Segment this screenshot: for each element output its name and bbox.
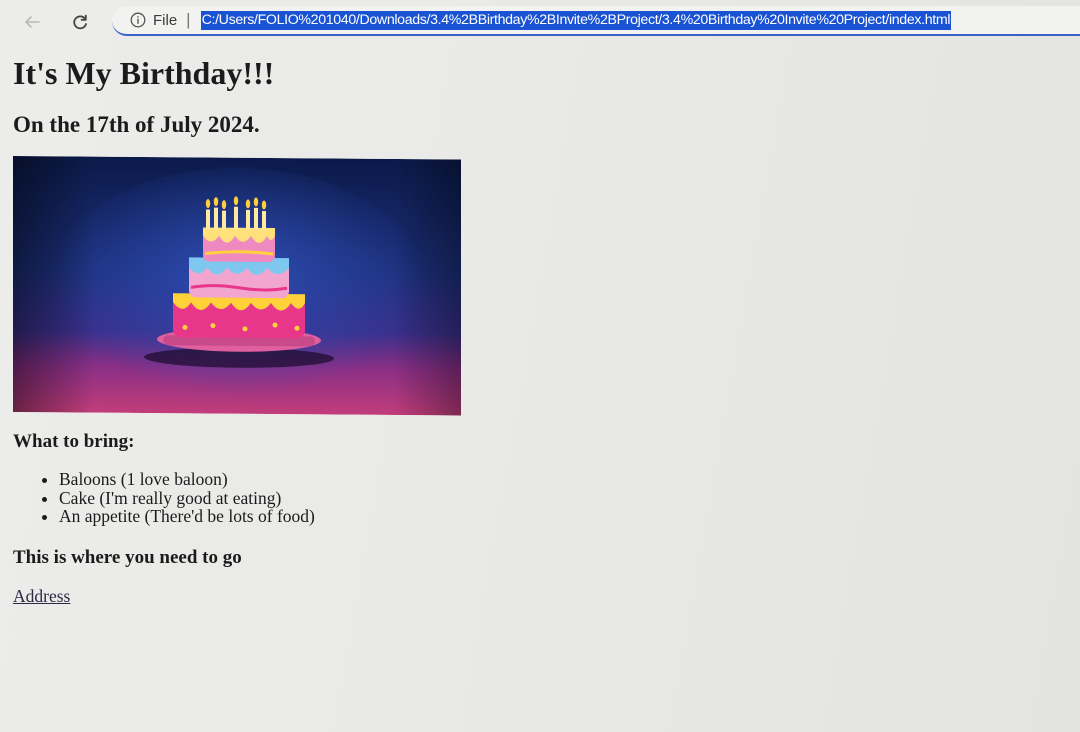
page-title: It's My Birthday!!! <box>13 55 275 91</box>
back-arrow-icon <box>25 16 40 28</box>
reload-button[interactable] <box>66 8 94 36</box>
browser-toolbar: File | C:/Users/FOLIO%201040/Downloads/3… <box>0 0 1080 44</box>
bring-heading: What to bring: <box>13 431 135 452</box>
list-item: Baloons (1 love baloon) <box>59 470 1073 489</box>
address-separator: | <box>186 10 191 29</box>
list-item: Cake (I'm really good at eating) <box>59 488 1073 508</box>
url-text[interactable]: C:/Users/FOLIO%201040/Downloads/3.4%2BBi… <box>200 10 952 30</box>
list-item: An appetite (There'd be lots of food) <box>59 507 1073 526</box>
bring-list: Baloons (1 love baloon) Cake (I'm really… <box>13 470 1073 526</box>
event-date: On the 17th of July 2024. <box>13 112 260 137</box>
birthday-cake-image <box>13 156 461 416</box>
back-button[interactable] <box>18 8 46 36</box>
address-bar[interactable]: File | C:/Users/FOLIO%201040/Downloads/3… <box>112 6 1080 36</box>
reload-icon <box>73 14 87 30</box>
address-link[interactable]: Address <box>13 586 70 607</box>
page-content: It's My Birthday!!! On the 17th of July … <box>13 44 1073 607</box>
location-heading: This is where you need to go <box>13 546 242 568</box>
file-scheme-label: File <box>153 11 178 29</box>
info-icon[interactable] <box>130 12 146 28</box>
browser-window: File | C:/Users/FOLIO%201040/Downloads/3… <box>0 0 1080 732</box>
